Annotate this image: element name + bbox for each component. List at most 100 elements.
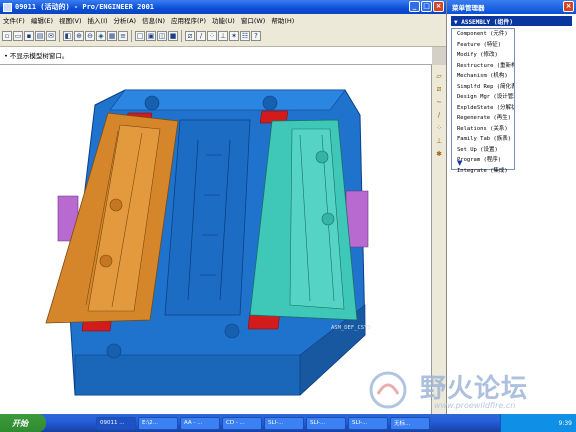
refit-icon[interactable]: ◧ [63,30,73,41]
forum-watermark: 野火论坛 www.proewildfire.cn [368,368,576,414]
assembly-menu-header[interactable]: ▼ ASSEMBLY (组件) [451,16,572,26]
menu-file[interactable]: 文件(F) [0,15,28,25]
csys-tool-icon[interactable]: ⊥ [434,136,444,146]
watermark-text: 野火论坛 [420,374,529,404]
system-tray: 9:39 [500,414,576,432]
menu-insert[interactable]: 插入(I) [85,15,111,25]
menu-item-family-tab[interactable]: Family Tab (族表) [452,134,514,145]
help-icon[interactable]: ? [251,30,261,41]
datum-axis-tool-icon[interactable]: ∕ [434,110,444,120]
no-hidden-icon[interactable]: ◫ [157,30,167,41]
menu-help[interactable]: 帮助(H) [268,15,297,25]
menu-item-design-mgr[interactable]: Design Mgr (设计管理 [452,92,514,103]
datum-planes-icon[interactable]: ⧄ [185,30,195,41]
layers-icon[interactable]: ≡ [118,30,128,41]
analysis-tool-icon[interactable]: ✱ [434,149,444,159]
menu-item-set-up[interactable]: Set Up (设置) [452,145,514,156]
menu-item-feature[interactable]: Feature (特征) [452,40,514,51]
datum-points-icon[interactable]: ⁘ [207,30,217,41]
new-icon[interactable]: ▫ [2,30,12,41]
menu-item-relations[interactable]: Relations (关系) [452,124,514,135]
menu-item-mechanism[interactable]: Mechanism (机构) [452,71,514,82]
base-hole [144,95,160,111]
base-plate-top [109,89,346,111]
reorient-icon[interactable]: ◈ [96,30,106,41]
right-slider-hole [321,212,335,226]
hidden-line-icon[interactable]: ▣ [146,30,156,41]
wireframe-icon[interactable]: □ [135,30,145,41]
coord-sys-icon[interactable]: ⊥ [218,30,228,41]
menu-manager-panel: 菜单管理器 × ▼ ASSEMBLY (组件) Component (元件) F… [446,0,576,414]
base-hole [224,323,240,339]
print-icon[interactable]: ▤ [35,30,45,41]
menu-item-component[interactable]: Component (元件) [452,29,514,40]
menu-bar: 文件(F) 编辑(E) 视图(V) 插入(I) 分析(A) 信息(N) 应用程序… [0,14,446,25]
watermark-url: www.proewildfire.cn [434,401,516,410]
graphics-viewport[interactable]: ASM_DEF_CSYS [0,65,432,414]
menu-edit[interactable]: 编辑(E) [28,15,56,25]
menu-manager-title: 菜单管理器 [452,4,485,12]
shaded-icon[interactable]: ■ [168,30,178,41]
scroll-down-arrow-icon[interactable]: ▼ [457,159,462,167]
taskbar-task[interactable]: AA - ... [180,416,220,430]
zoom-in-icon[interactable]: ⊕ [74,30,84,41]
taskbar-task[interactable]: E:\2... [138,416,178,430]
menu-item-regenerate[interactable]: Regenerate (再生) [452,113,514,124]
menu-item-integrate[interactable]: Integrate (集成) [452,166,514,177]
taskbar-task[interactable]: CD - ... [222,416,262,430]
assembly-menu-list: Component (元件) Feature (特征) Modify (修改) … [451,28,515,174]
windows-taskbar: 开始 09011 ... E:\2... AA - ... CD - ... S… [0,414,576,432]
menu-item-restructure[interactable]: Restructure (重新构 [452,61,514,72]
model-tree-icon[interactable]: ☷ [240,30,250,41]
csys-label: ASM_DEF_CSYS [331,325,371,331]
menu-utilities[interactable]: 功能(U) [209,15,238,25]
window-buttons: _ □ × [409,1,444,12]
message-area: • 不显示模型树窗口。 [0,47,432,65]
message-text: • 不显示模型树窗口。 [4,52,69,60]
save-icon[interactable]: ▪ [24,30,34,41]
datum-axes-icon[interactable]: ∕ [196,30,206,41]
forum-logo-icon [369,371,407,409]
menu-applications[interactable]: 应用程序(P) [168,15,209,25]
datum-plane-tool-icon[interactable]: ⧄ [434,84,444,94]
assembly-model[interactable] [0,65,432,414]
close-button[interactable]: × [433,1,444,12]
email-icon[interactable]: ✉ [46,30,56,41]
start-button[interactable]: 开始 [0,414,46,432]
menu-view[interactable]: 视图(V) [56,15,85,25]
right-toolbar: ▱ ⧄ ∼ ∕ ⁘ ⊥ ✱ [432,65,446,414]
taskbar-task[interactable]: SLI-... [306,416,346,430]
taskbar-task[interactable]: SLI-... [264,416,304,430]
sketch-tool-icon[interactable]: ▱ [434,71,444,81]
saved-views-icon[interactable]: ▦ [107,30,117,41]
zoom-out-icon[interactable]: ⊖ [85,30,95,41]
toolbar-separator [59,29,60,42]
taskbar-task[interactable]: 09011 ... [96,416,136,430]
left-slider-hole [109,198,123,212]
base-hole [106,343,122,359]
menu-item-explode-state[interactable]: ExpldeState (分解状 [452,103,514,114]
menu-manager-close-button[interactable]: × [563,1,574,12]
menu-info[interactable]: 信息(N) [139,15,168,25]
right-slider-hole [315,150,329,164]
datum-point-tool-icon[interactable]: ⁘ [434,123,444,133]
open-icon[interactable]: ▭ [13,30,23,41]
minimize-button[interactable]: _ [409,1,420,12]
menu-item-simplfd-rep[interactable]: Simplfd Rep (简化表 [452,82,514,93]
menu-item-modify[interactable]: Modify (修改) [452,50,514,61]
spin-center-icon[interactable]: ✶ [229,30,239,41]
taskbar-task[interactable]: SLI-... [348,416,388,430]
toolbar-separator [181,29,182,42]
clock[interactable]: 9:39 [559,420,572,427]
base-plate-front [74,354,301,396]
menu-analysis[interactable]: 分析(A) [111,15,140,25]
core-insert [164,119,251,316]
main-toolbar: ▫ ▭ ▪ ▤ ✉ ◧ ⊕ ⊖ ◈ ▦ ≡ □ ▣ ◫ ■ ⧄ ∕ ⁘ ⊥ ✶ … [0,25,446,47]
menu-window[interactable]: 窗口(W) [238,15,269,25]
taskbar-task[interactable]: 无标... [390,416,430,430]
datum-curve-tool-icon[interactable]: ∼ [434,97,444,107]
proe-app-icon [3,2,12,12]
maximize-button[interactable]: □ [421,1,432,12]
window-titlebar[interactable]: 09011 (活动的) - Pro/ENGINEER 2001 _ □ × [0,0,446,14]
menu-manager-titlebar[interactable]: 菜单管理器 × [447,0,576,14]
